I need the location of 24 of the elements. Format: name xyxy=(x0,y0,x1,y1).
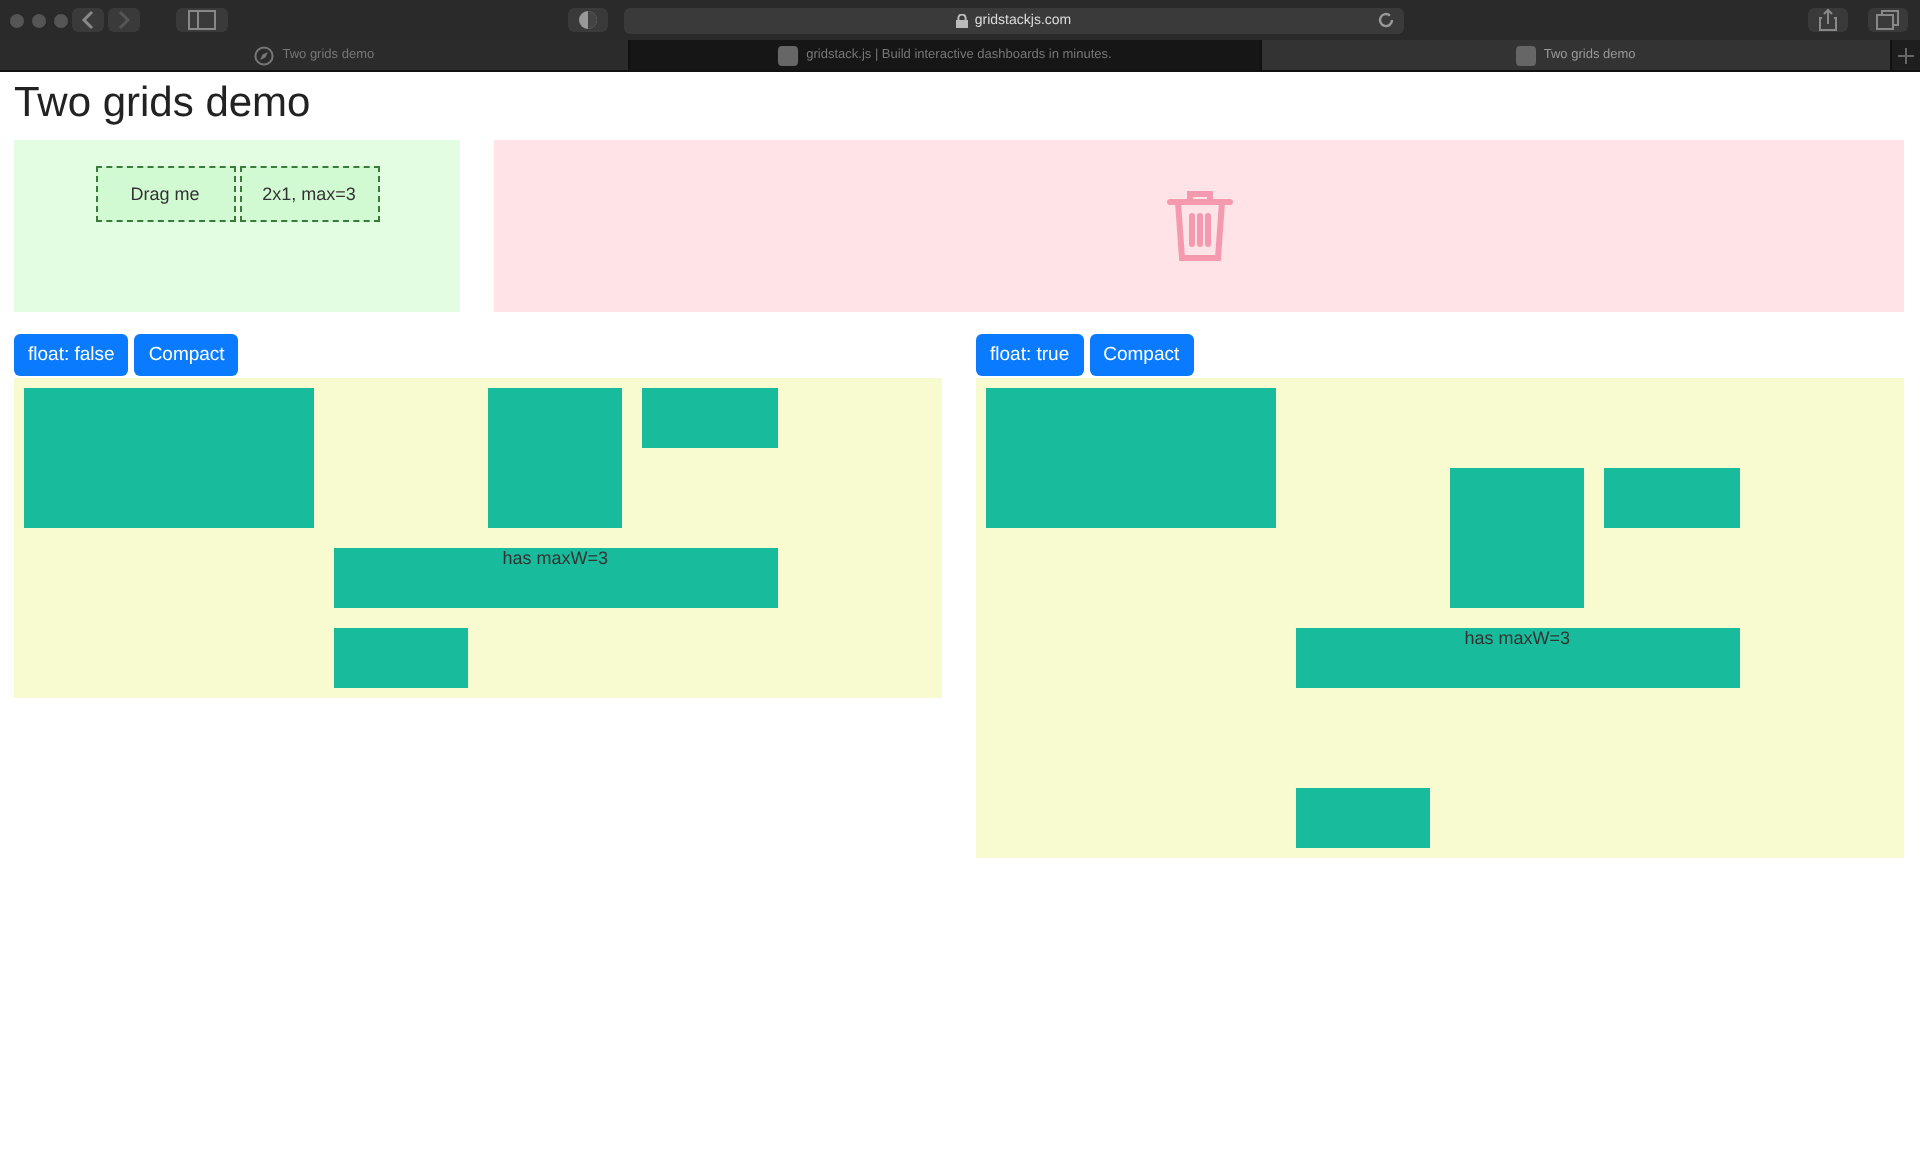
favicon-icon xyxy=(778,45,799,65)
toolbar-button[interactable]: float: false xyxy=(14,334,129,376)
lock-icon xyxy=(956,13,969,27)
toolbar-button[interactable]: float: true xyxy=(976,334,1084,376)
chevron-left-icon xyxy=(80,10,96,30)
toolbar-button[interactable]: Compact xyxy=(1089,334,1194,376)
toolbar-button[interactable]: Compact xyxy=(134,334,239,376)
sidebar-button[interactable] xyxy=(176,8,228,32)
draggable-widget[interactable]: 2x1, max=3 xyxy=(239,166,379,222)
grid-widget[interactable]: has maxW=3 xyxy=(1295,628,1740,688)
forward-button[interactable] xyxy=(108,8,140,32)
draggable-widget[interactable]: Drag me xyxy=(95,166,235,222)
privacy-button[interactable] xyxy=(568,8,608,32)
grid-widget[interactable]: has maxW=3 xyxy=(333,548,778,608)
page-title: Two grids demo xyxy=(14,78,313,130)
favicon-icon xyxy=(1515,45,1536,65)
reload-icon[interactable] xyxy=(1376,10,1396,30)
chevron-right-icon xyxy=(116,10,132,30)
back-button[interactable] xyxy=(72,8,104,32)
share-button[interactable] xyxy=(1808,8,1848,32)
trash-icon xyxy=(1165,188,1233,264)
compass-icon xyxy=(254,45,275,65)
tabs-button[interactable] xyxy=(1868,8,1908,32)
plus-icon xyxy=(1897,47,1914,63)
